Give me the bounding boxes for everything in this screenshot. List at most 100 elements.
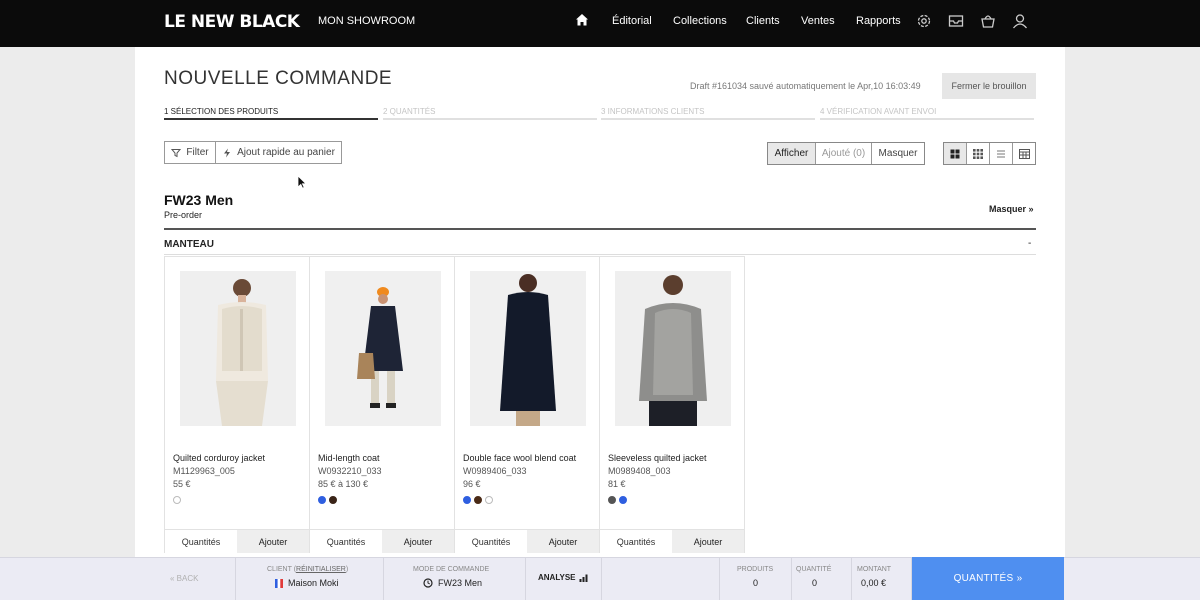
quantities-button[interactable]: Quantités xyxy=(600,530,672,553)
product-ref: W0989406_033 xyxy=(463,466,527,476)
card-actions: Quantités Ajouter xyxy=(165,529,309,553)
color-swatches xyxy=(318,496,337,504)
step-client-info[interactable]: 3 INFORMATIONS CLIENTS xyxy=(601,107,815,120)
collapse-toggle[interactable]: - xyxy=(1028,238,1031,249)
client-reset-link[interactable]: RÉINITIALISER xyxy=(296,566,346,573)
product-name: Mid-length coat xyxy=(318,453,380,463)
product-card[interactable]: Mid-length coat W0932210_033 85 € à 130 … xyxy=(309,256,455,553)
add-button[interactable]: Ajouter xyxy=(237,530,309,553)
color-swatch[interactable] xyxy=(318,496,326,504)
step-verification[interactable]: 4 VÉRIFICATION AVANT ENVOI xyxy=(820,107,1034,120)
spacer-cell xyxy=(602,558,720,600)
product-image[interactable] xyxy=(325,271,441,426)
category-divider xyxy=(164,254,1036,255)
draft-status: Draft #161034 sauvé automatiquement le A… xyxy=(690,81,921,91)
visibility-filter: Afficher Ajouté (0) Masquer xyxy=(767,142,925,165)
card-actions: Quantités Ajouter xyxy=(455,529,599,553)
product-image[interactable] xyxy=(615,271,731,426)
show-toggle[interactable]: Afficher xyxy=(768,143,816,164)
product-name: Double face wool blend coat xyxy=(463,453,577,463)
page-title: NOUVELLE COMMANDE xyxy=(164,68,393,89)
season-subtitle: Pre-order xyxy=(164,210,203,220)
quick-add-label: Ajout rapide au panier xyxy=(237,147,335,158)
order-mode-selector[interactable]: FW23 Men xyxy=(423,578,482,588)
client-selector[interactable]: Maison Moki xyxy=(275,578,339,588)
view-mode-switch xyxy=(943,142,1036,165)
add-button[interactable]: Ajouter xyxy=(527,530,599,553)
quantity-cell xyxy=(792,558,852,600)
product-price: 55 € xyxy=(173,479,191,489)
quick-add-button[interactable]: Ajout rapide au panier xyxy=(215,141,342,164)
product-price: 81 € xyxy=(608,479,626,489)
mouse-cursor-icon xyxy=(297,175,307,189)
products-label: PRODUITS xyxy=(737,566,774,573)
color-swatches xyxy=(173,496,181,504)
product-price: 96 € xyxy=(463,479,481,489)
client-name: Maison Moki xyxy=(288,578,339,588)
color-swatch[interactable] xyxy=(474,496,482,504)
section-divider xyxy=(164,228,1036,230)
filter-button[interactable]: Filter xyxy=(164,141,216,164)
amount-label: MONTANT xyxy=(857,566,892,573)
basket-icon[interactable] xyxy=(979,12,997,30)
top-navbar: LE NEW BLACK MON SHOWROOM Éditorial Coll… xyxy=(0,0,1200,47)
filter-label: Filter xyxy=(186,147,209,158)
order-mode-label: MODE DE COMMANDE xyxy=(413,566,490,573)
color-swatch[interactable] xyxy=(619,496,627,504)
product-card[interactable]: Sleeveless quilted jacket M0989408_003 8… xyxy=(599,256,745,553)
inbox-icon[interactable] xyxy=(947,12,965,30)
card-actions: Quantités Ajouter xyxy=(310,529,454,553)
list-icon[interactable] xyxy=(990,143,1013,164)
brand-logo[interactable]: LE NEW BLACK xyxy=(164,12,300,32)
color-swatch[interactable] xyxy=(608,496,616,504)
step-product-selection[interactable]: 1 SÉLECTION DES PRODUITS xyxy=(164,107,378,120)
product-image[interactable] xyxy=(470,271,586,426)
color-swatch[interactable] xyxy=(329,496,337,504)
hide-season-link[interactable]: Masquer » xyxy=(989,204,1034,214)
user-icon[interactable] xyxy=(1011,12,1029,30)
analyse-button[interactable]: ANALYSE xyxy=(538,573,588,582)
color-swatch[interactable] xyxy=(463,496,471,504)
product-image[interactable] xyxy=(180,271,296,426)
analyse-label: ANALYSE xyxy=(538,573,576,582)
product-name: Sleeveless quilted jacket xyxy=(608,453,707,463)
grid-large-icon[interactable] xyxy=(944,143,967,164)
products-count: 0 xyxy=(753,578,759,588)
filter-icon xyxy=(171,148,182,157)
nav-rapports[interactable]: Rapports xyxy=(856,15,901,27)
lightning-icon xyxy=(224,148,231,157)
french-flag-icon xyxy=(275,578,283,588)
nav-clients[interactable]: Clients xyxy=(746,15,780,27)
quantities-button[interactable]: Quantités xyxy=(455,530,527,553)
quantities-button[interactable]: Quantités xyxy=(165,530,237,553)
quantities-cta-button[interactable]: QUANTITÉS » xyxy=(912,557,1064,600)
quantities-button[interactable]: Quantités xyxy=(310,530,382,553)
nav-editorial[interactable]: Éditorial xyxy=(612,15,652,27)
nav-ventes[interactable]: Ventes xyxy=(801,15,835,27)
step-quantities[interactable]: 2 QUANTITÉS xyxy=(383,107,597,120)
product-ref: M0989408_003 xyxy=(608,466,671,476)
amount-value: 0,00 € xyxy=(861,578,887,588)
grid-small-icon[interactable] xyxy=(967,143,990,164)
back-button[interactable]: « BACK xyxy=(170,574,198,583)
gear-icon[interactable] xyxy=(915,12,933,30)
add-button[interactable]: Ajouter xyxy=(672,530,744,553)
quantity-label: QUANTITÉ xyxy=(796,566,832,573)
close-draft-button[interactable]: Fermer le brouillon xyxy=(942,73,1036,99)
color-swatch[interactable] xyxy=(485,496,493,504)
bar-chart-icon xyxy=(579,574,587,582)
order-mode-value: FW23 Men xyxy=(438,578,483,588)
clock-icon xyxy=(423,578,433,588)
season-title: FW23 Men xyxy=(164,192,234,208)
added-toggle[interactable]: Ajouté (0) xyxy=(816,143,872,164)
product-ref: W0932210_033 xyxy=(318,466,382,476)
add-button[interactable]: Ajouter xyxy=(382,530,454,553)
showroom-link[interactable]: MON SHOWROOM xyxy=(318,15,415,27)
home-icon[interactable] xyxy=(575,13,589,27)
table-icon[interactable] xyxy=(1013,143,1035,164)
color-swatch[interactable] xyxy=(173,496,181,504)
product-card[interactable]: Quilted corduroy jacket M1129963_005 55 … xyxy=(164,256,310,553)
nav-collections[interactable]: Collections xyxy=(673,15,727,27)
hide-toggle[interactable]: Masquer xyxy=(872,143,924,164)
product-card[interactable]: Double face wool blend coat W0989406_033… xyxy=(454,256,600,553)
